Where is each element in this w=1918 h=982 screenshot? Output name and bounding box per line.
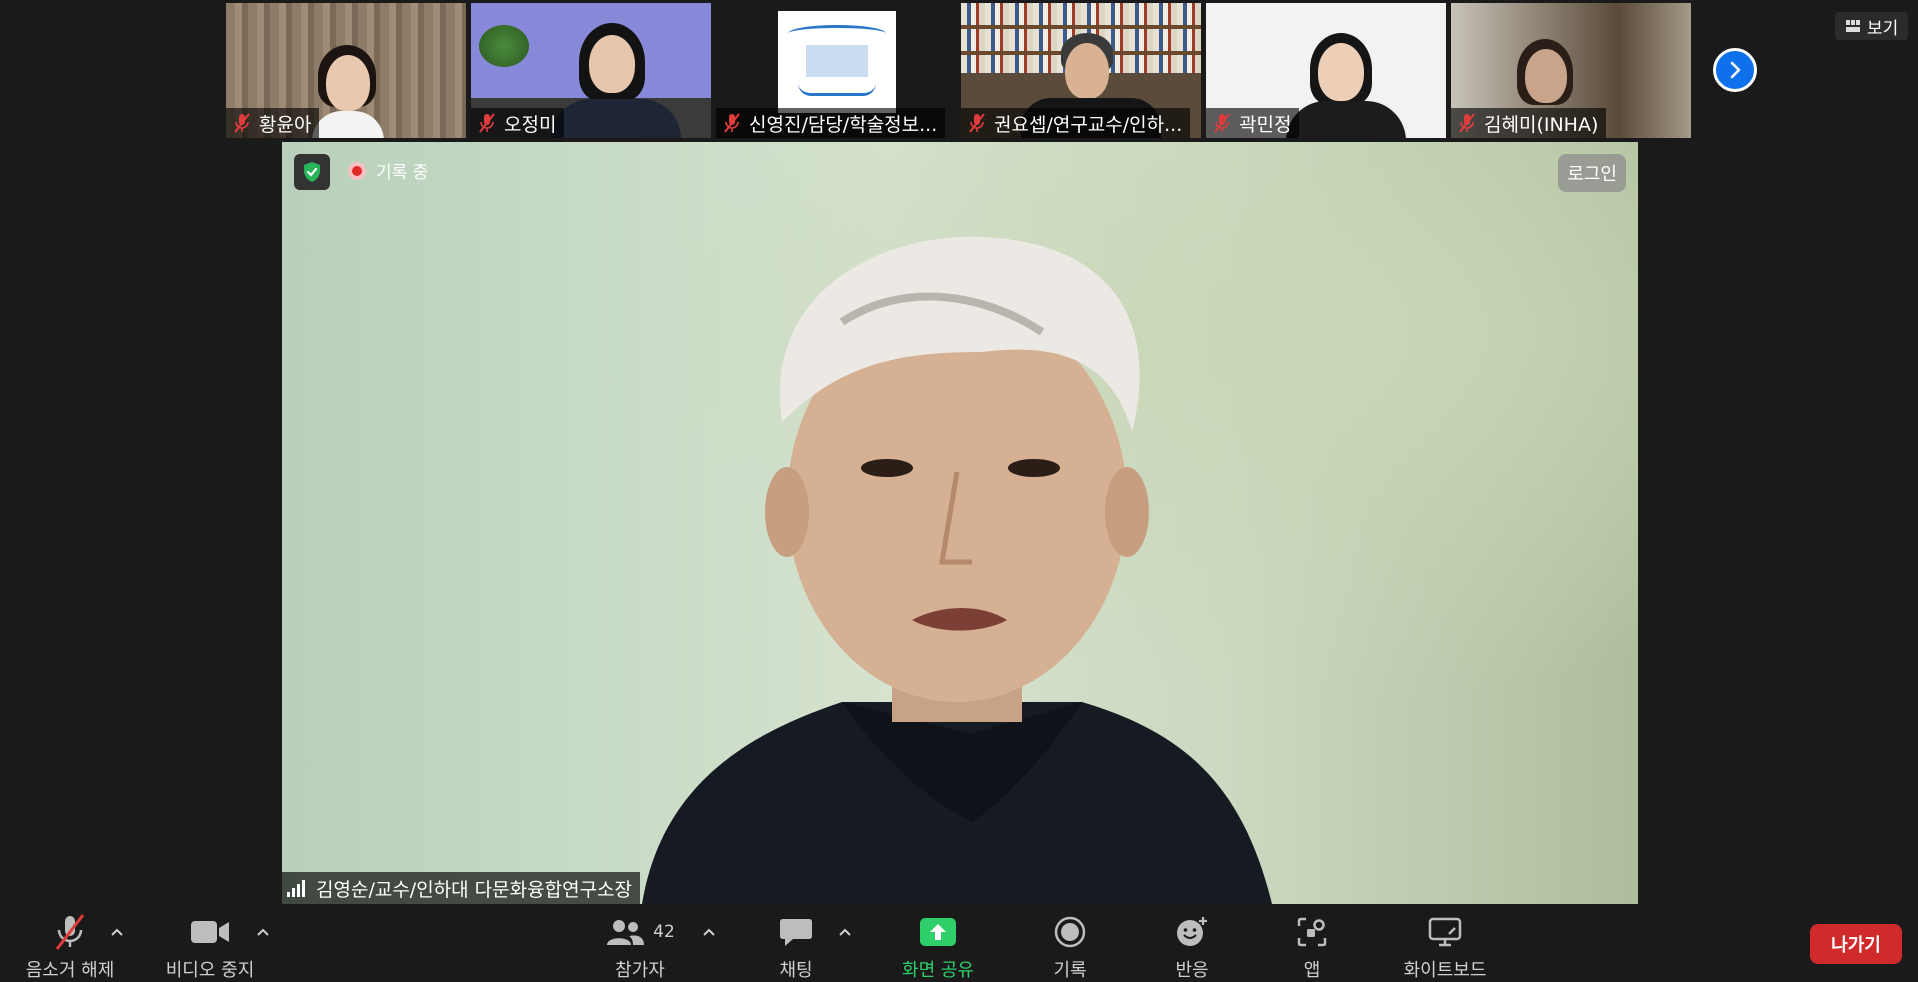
plant-decoration	[479, 25, 529, 67]
signal-strength-icon	[287, 880, 305, 897]
whiteboard-button[interactable]: 화이트보드	[1390, 912, 1500, 982]
profile-picture	[778, 11, 896, 113]
unmute-label: 음소거 해제	[25, 960, 115, 981]
muted-mic-icon	[1214, 113, 1230, 133]
unmute-button[interactable]: 음소거 해제	[20, 912, 120, 982]
recording-indicator[interactable]: 기록 중	[348, 158, 428, 183]
record-icon	[1054, 916, 1086, 948]
chevron-right-icon	[1730, 61, 1741, 79]
participant-tile[interactable]: 황윤아	[226, 3, 466, 138]
participant-name: 오정미	[504, 113, 557, 136]
participant-name: 김혜미(INHA)	[1484, 113, 1599, 136]
participant-name-tag: 곽민정	[1206, 108, 1300, 138]
apps-button[interactable]: 앱	[1272, 912, 1352, 982]
muted-mic-icon	[969, 113, 985, 133]
record-dot-icon	[348, 161, 366, 180]
participants-options-caret[interactable]	[702, 922, 716, 941]
chat-label: 채팅	[779, 960, 813, 981]
participant-tile[interactable]: 신영진/담당/학술정보...	[716, 3, 956, 138]
speaker-figure	[642, 236, 1272, 904]
recording-label: 기록 중	[376, 163, 429, 183]
speaker-name: 김영순/교수/인하대 다문화융합연구소장	[316, 878, 633, 901]
muted-mic-icon	[1459, 113, 1475, 133]
participant-name-tag: 김혜미(INHA)	[1451, 108, 1607, 138]
audio-options-caret[interactable]	[110, 922, 124, 941]
view-label: 보기	[1867, 18, 1899, 39]
participant-name-tag: 신영진/담당/학술정보...	[716, 108, 946, 138]
apps-label: 앱	[1303, 960, 1321, 981]
participant-tile[interactable]: 오정미	[471, 3, 711, 138]
participants-label: 참가자	[615, 960, 665, 981]
meeting-toolbar: 음소거 해제 비디오 중지 42 참가자 채팅 화면 공유 기록 반응 앱 화이…	[0, 904, 1918, 982]
participants-count: 42	[653, 922, 675, 942]
participant-name: 황윤아	[259, 113, 312, 136]
participant-tile[interactable]: 김혜미(INHA)	[1451, 3, 1691, 138]
muted-mic-icon	[479, 113, 495, 133]
leave-button[interactable]: 나가기	[1810, 924, 1902, 964]
participant-name-tag: 권요셉/연구교수/인하...	[961, 108, 1191, 138]
reactions-button[interactable]: 반응	[1152, 912, 1232, 982]
participant-name: 신영진/담당/학술정보...	[749, 113, 938, 136]
participant-tile[interactable]: 권요셉/연구교수/인하...	[961, 3, 1201, 138]
share-screen-icon	[920, 918, 956, 946]
chat-button[interactable]: 채팅	[756, 912, 836, 982]
participants-icon	[607, 920, 645, 945]
reaction-smiley-icon	[1177, 917, 1207, 946]
next-page-button[interactable]	[1713, 48, 1757, 92]
chevron-up-icon	[703, 928, 715, 936]
muted-mic-icon	[55, 914, 85, 950]
whiteboard-label: 화이트보드	[1403, 960, 1487, 981]
share-screen-label: 화면 공유	[902, 960, 974, 981]
security-shield-icon[interactable]	[294, 154, 330, 190]
chevron-up-icon	[257, 928, 269, 936]
record-label: 기록	[1053, 960, 1087, 981]
share-screen-button[interactable]: 화면 공유	[890, 912, 986, 982]
whiteboard-icon	[1428, 917, 1462, 947]
login-button[interactable]: 로그인	[1558, 154, 1626, 192]
video-options-caret[interactable]	[256, 922, 270, 941]
speaker-name-tag: 김영순/교수/인하대 다문화융합연구소장	[282, 872, 641, 904]
view-button[interactable]: 보기	[1835, 12, 1909, 40]
video-camera-icon	[191, 921, 229, 943]
chat-bubble-icon	[780, 919, 812, 946]
grid-view-icon	[1846, 20, 1860, 32]
chat-options-caret[interactable]	[838, 922, 852, 941]
participant-name: 권요셉/연구교수/인하...	[994, 113, 1183, 136]
participant-name: 곽민정	[1239, 113, 1292, 136]
record-button[interactable]: 기록	[1030, 912, 1110, 982]
participant-tile[interactable]: 곽민정	[1206, 3, 1446, 138]
muted-mic-icon	[234, 113, 250, 133]
reactions-label: 반응	[1175, 960, 1209, 981]
stop-video-button[interactable]: 비디오 중지	[160, 912, 260, 982]
chevron-up-icon	[111, 928, 123, 936]
participant-name-tag: 황윤아	[226, 108, 320, 138]
muted-mic-icon	[724, 113, 740, 133]
apps-icon	[1297, 917, 1327, 947]
stop-video-label: 비디오 중지	[165, 960, 255, 981]
active-speaker-video: 기록 중 로그인 김영순/교수/인하대 다문화융합연구소장	[282, 142, 1638, 904]
participant-name-tag: 오정미	[471, 108, 565, 138]
chevron-up-icon	[839, 928, 851, 936]
participants-button[interactable]: 42 참가자	[600, 912, 680, 982]
